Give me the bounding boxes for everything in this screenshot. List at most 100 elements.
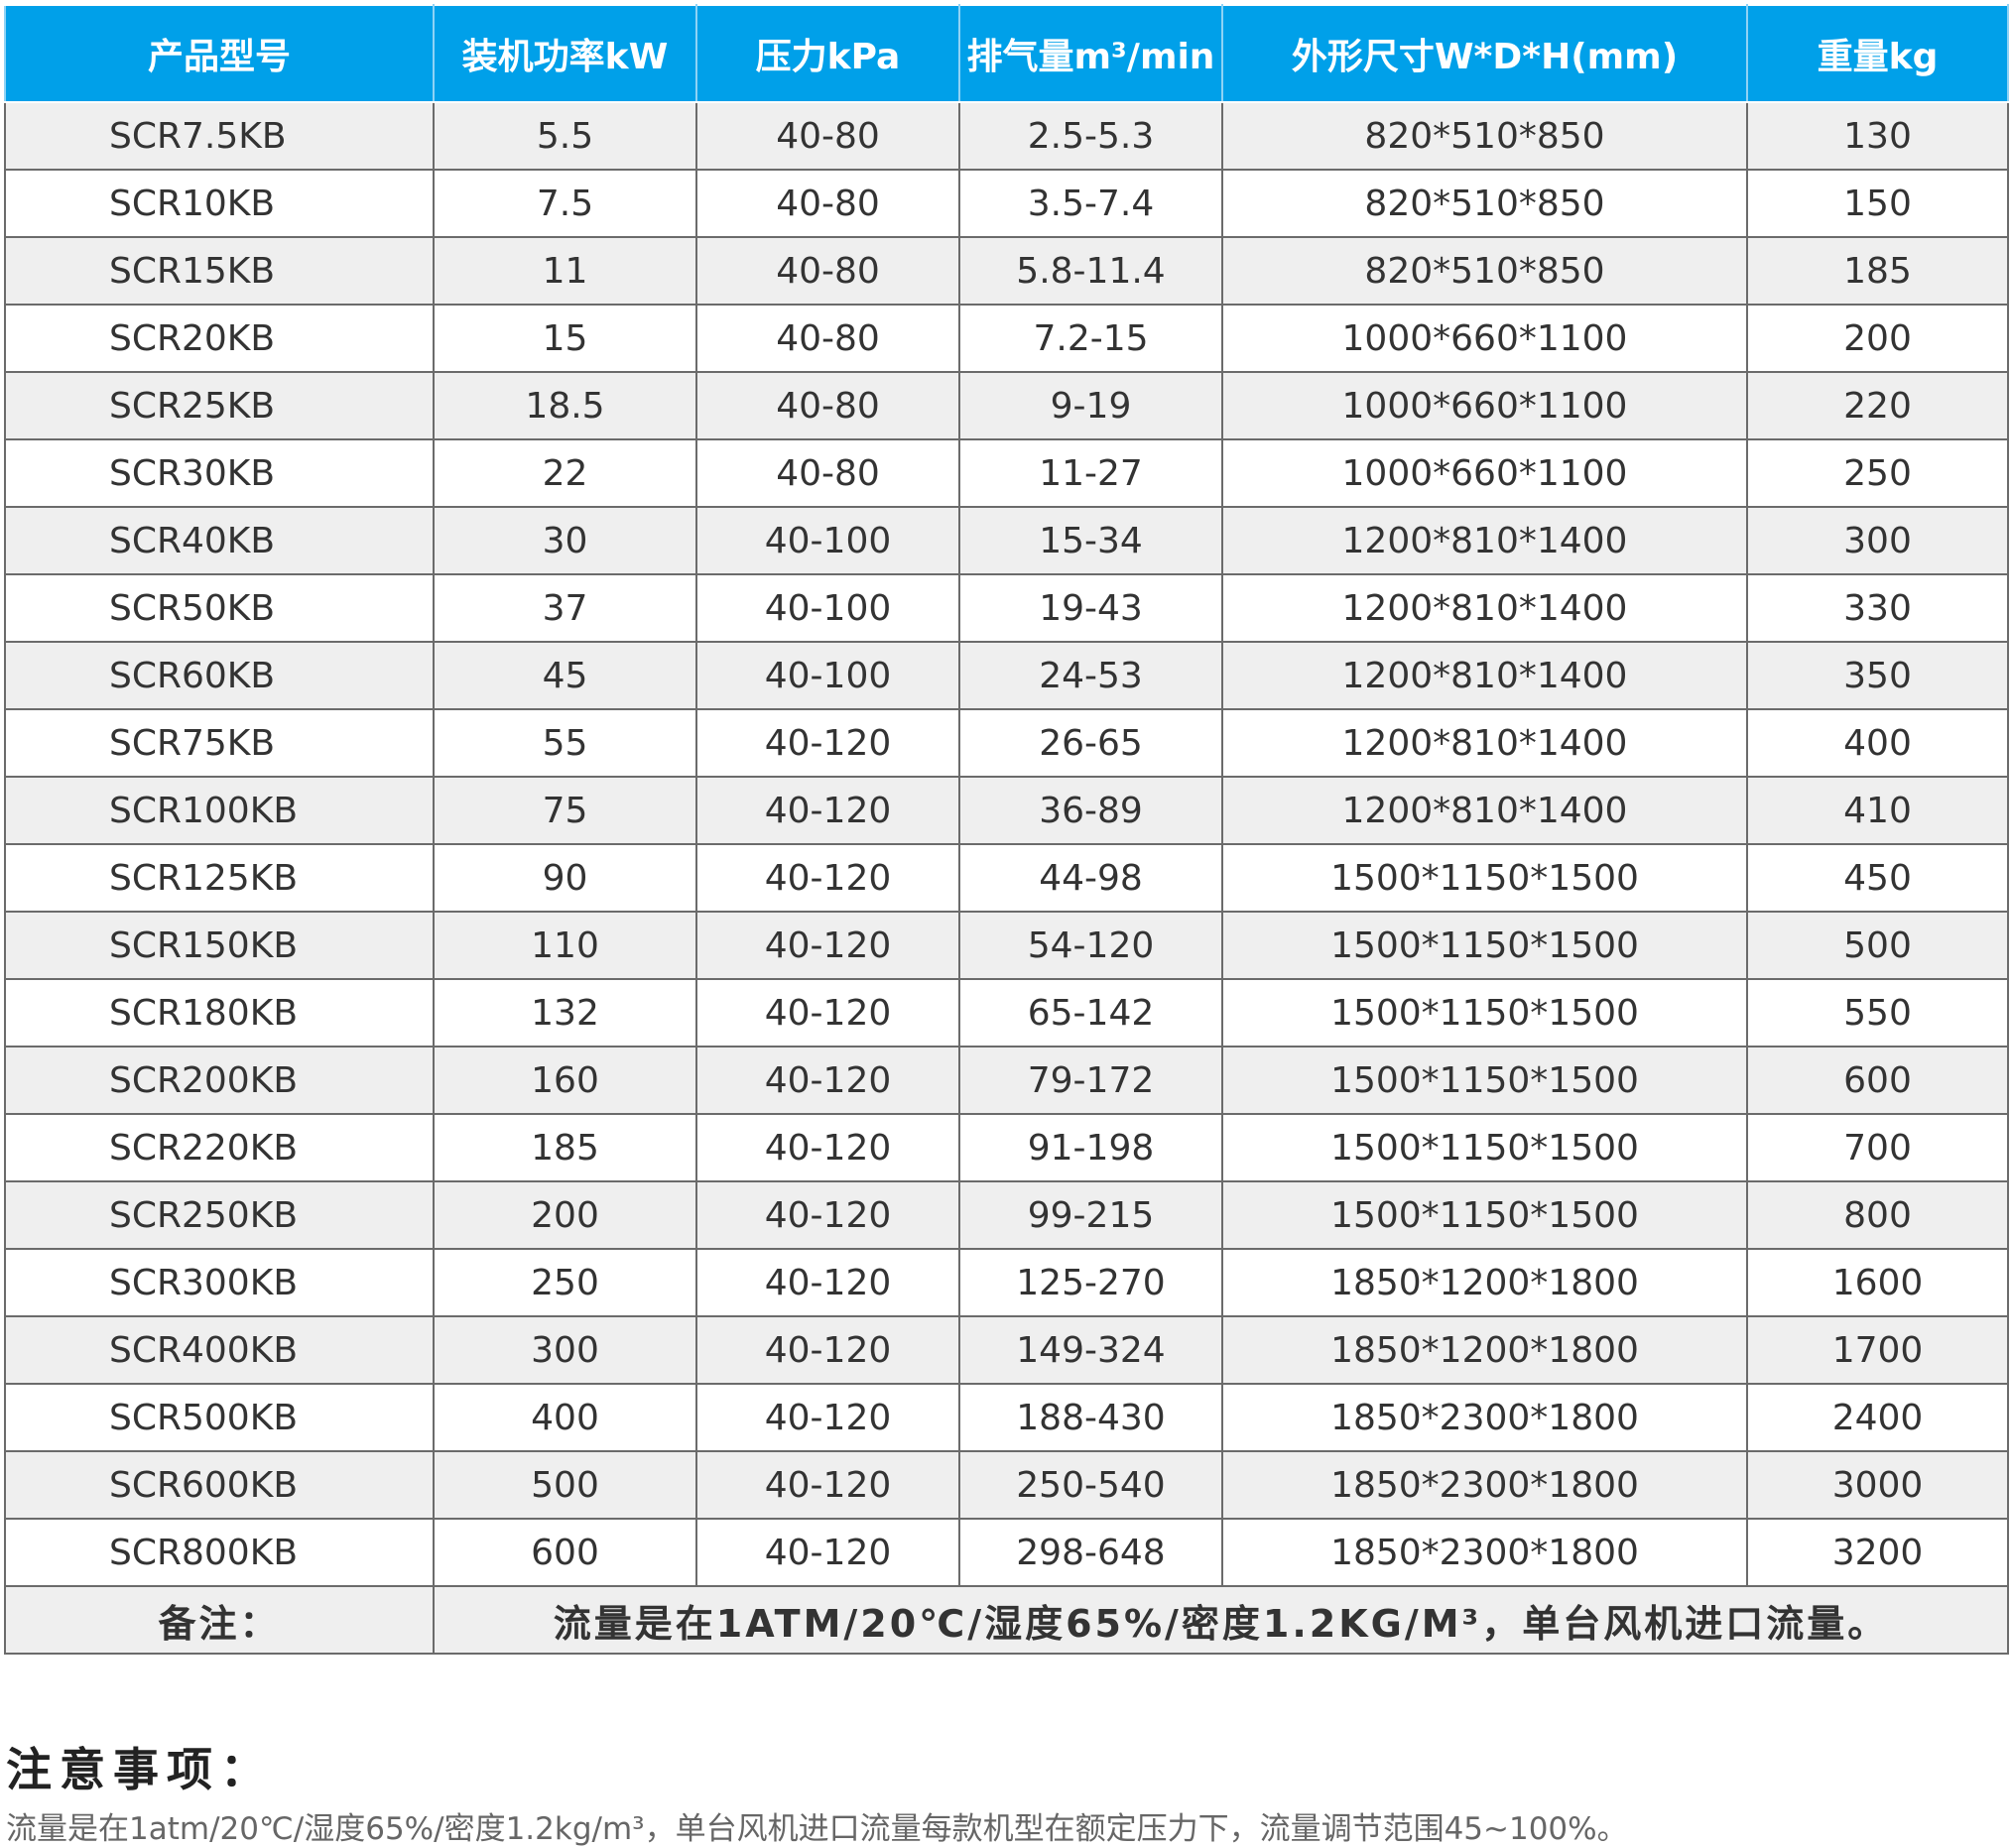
cell-airflow: 11-27: [958, 438, 1223, 508]
cell-power: 75: [433, 776, 697, 845]
cell-dimensions: 1850*1200*1800: [1221, 1315, 1748, 1385]
cell-weight: 250: [1746, 438, 2009, 508]
cell-dimensions: 1200*810*1400: [1221, 708, 1748, 778]
spec-table: 产品型号 装机功率kW 压力kPa 排气量m³/min 外形尺寸W*D*H(mm…: [4, 4, 2009, 1655]
cell-dimensions: 1200*810*1400: [1221, 776, 1748, 845]
cell-airflow: 298-648: [958, 1518, 1223, 1587]
cell-model: SCR7.5KB: [4, 101, 435, 171]
table-row: SCR7.5KB 5.5 40-80 2.5-5.3 820*510*850 130: [4, 101, 2009, 171]
cell-weight: 700: [1746, 1113, 2009, 1182]
cell-weight: 1700: [1746, 1315, 2009, 1385]
cell-power: 15: [433, 304, 697, 373]
cell-pressure: 40-100: [695, 641, 960, 710]
cell-power: 160: [433, 1046, 697, 1115]
cell-dimensions: 820*510*850: [1221, 169, 1748, 238]
cell-power: 18.5: [433, 371, 697, 440]
cell-pressure: 40-120: [695, 843, 960, 913]
table-row: SCR500KB 400 40-120 188-430 1850*2300*1800 24…: [4, 1383, 2009, 1452]
cell-airflow: 79-172: [958, 1046, 1223, 1115]
cell-weight: 800: [1746, 1180, 2009, 1250]
cell-airflow: 7.2-15: [958, 304, 1223, 373]
table-row: SCR15KB 11 40-80 5.8-11.4 820*510*850 185: [4, 236, 2009, 306]
cell-airflow: 44-98: [958, 843, 1223, 913]
cell-model: SCR15KB: [4, 236, 435, 306]
cell-airflow: 188-430: [958, 1383, 1223, 1452]
cell-power: 200: [433, 1180, 697, 1250]
cell-dimensions: 1500*1150*1500: [1221, 1046, 1748, 1115]
cell-dimensions: 1850*2300*1800: [1221, 1383, 1748, 1452]
cell-power: 22: [433, 438, 697, 508]
header-airflow: 排气量m³/min: [958, 4, 1223, 103]
table-row: SCR60KB 45 40-100 24-53 1200*810*1400 350: [4, 641, 2009, 710]
table-row: SCR50KB 37 40-100 19-43 1200*810*1400 330: [4, 573, 2009, 643]
cell-power: 45: [433, 641, 697, 710]
cell-pressure: 40-120: [695, 708, 960, 778]
cell-dimensions: 820*510*850: [1221, 101, 1748, 171]
cell-dimensions: 1500*1150*1500: [1221, 911, 1748, 980]
table-body: SCR7.5KB 5.5 40-80 2.5-5.3 820*510*850 130 SCR…: [4, 101, 2009, 1655]
table-row: SCR800KB 600 40-120 298-648 1850*2300*1800 32…: [4, 1518, 2009, 1587]
table-row: SCR150KB 110 40-120 54-120 1500*1150*1500 500: [4, 911, 2009, 980]
cell-pressure: 40-80: [695, 101, 960, 171]
cell-airflow: 36-89: [958, 776, 1223, 845]
cell-pressure: 40-120: [695, 1113, 960, 1182]
cell-dimensions: 1200*810*1400: [1221, 506, 1748, 575]
table-row: SCR25KB 18.5 40-80 9-19 1000*660*1100 220: [4, 371, 2009, 440]
cell-model: SCR150KB: [4, 911, 435, 980]
cell-model: SCR125KB: [4, 843, 435, 913]
cell-power: 7.5: [433, 169, 697, 238]
cell-dimensions: 1850*1200*1800: [1221, 1248, 1748, 1317]
cell-pressure: 40-120: [695, 1450, 960, 1520]
cell-model: SCR500KB: [4, 1383, 435, 1452]
table-row: SCR300KB 250 40-120 125-270 1850*1200*1800 16…: [4, 1248, 2009, 1317]
cell-model: SCR10KB: [4, 169, 435, 238]
table-row: SCR180KB 132 40-120 65-142 1500*1150*1500 550: [4, 978, 2009, 1047]
cell-model: SCR50KB: [4, 573, 435, 643]
table-row: SCR220KB 185 40-120 91-198 1500*1150*1500 700: [4, 1113, 2009, 1182]
table-row: SCR250KB 200 40-120 99-215 1500*1150*1500 800: [4, 1180, 2009, 1250]
cell-pressure: 40-80: [695, 169, 960, 238]
cell-model: SCR800KB: [4, 1518, 435, 1587]
cell-weight: 185: [1746, 236, 2009, 306]
cell-model: SCR600KB: [4, 1450, 435, 1520]
cell-model: SCR20KB: [4, 304, 435, 373]
cell-power: 5.5: [433, 101, 697, 171]
cell-airflow: 2.5-5.3: [958, 101, 1223, 171]
cell-model: SCR30KB: [4, 438, 435, 508]
cell-airflow: 99-215: [958, 1180, 1223, 1250]
cell-pressure: 40-120: [695, 1315, 960, 1385]
cell-power: 132: [433, 978, 697, 1047]
cell-airflow: 91-198: [958, 1113, 1223, 1182]
cell-model: SCR75KB: [4, 708, 435, 778]
cell-pressure: 40-80: [695, 438, 960, 508]
cell-dimensions: 1500*1150*1500: [1221, 1113, 1748, 1182]
cell-pressure: 40-120: [695, 1518, 960, 1587]
cell-weight: 450: [1746, 843, 2009, 913]
cell-weight: 550: [1746, 978, 2009, 1047]
cell-pressure: 40-120: [695, 911, 960, 980]
cell-weight: 330: [1746, 573, 2009, 643]
header-model: 产品型号: [4, 4, 435, 103]
cell-power: 37: [433, 573, 697, 643]
table-row: SCR400KB 300 40-120 149-324 1850*1200*1800 17…: [4, 1315, 2009, 1385]
notes-text: 流量是在1atm/20℃/湿度65%/密度1.2kg/m³，单台风机进口流量每款…: [6, 1811, 1628, 1847]
table-row: SCR20KB 15 40-80 7.2-15 1000*660*1100 200: [4, 304, 2009, 373]
cell-weight: 1600: [1746, 1248, 2009, 1317]
cell-weight: 130: [1746, 101, 2009, 171]
cell-weight: 3000: [1746, 1450, 2009, 1520]
table-header: 产品型号 装机功率kW 压力kPa 排气量m³/min 外形尺寸W*D*H(mm…: [4, 4, 2009, 103]
cell-airflow: 250-540: [958, 1450, 1223, 1520]
cell-power: 90: [433, 843, 697, 913]
cell-power: 500: [433, 1450, 697, 1520]
cell-dimensions: 1000*660*1100: [1221, 371, 1748, 440]
cell-dimensions: 1200*810*1400: [1221, 573, 1748, 643]
header-row: 产品型号 装机功率kW 压力kPa 排气量m³/min 外形尺寸W*D*H(mm…: [4, 4, 2009, 103]
cell-dimensions: 1850*2300*1800: [1221, 1518, 1748, 1587]
cell-pressure: 40-80: [695, 304, 960, 373]
cell-power: 250: [433, 1248, 697, 1317]
cell-weight: 300: [1746, 506, 2009, 575]
table-row: SCR600KB 500 40-120 250-540 1850*2300*1800 30…: [4, 1450, 2009, 1520]
cell-model: SCR220KB: [4, 1113, 435, 1182]
cell-weight: 500: [1746, 911, 2009, 980]
header-dimensions: 外形尺寸W*D*H(mm): [1221, 4, 1748, 103]
